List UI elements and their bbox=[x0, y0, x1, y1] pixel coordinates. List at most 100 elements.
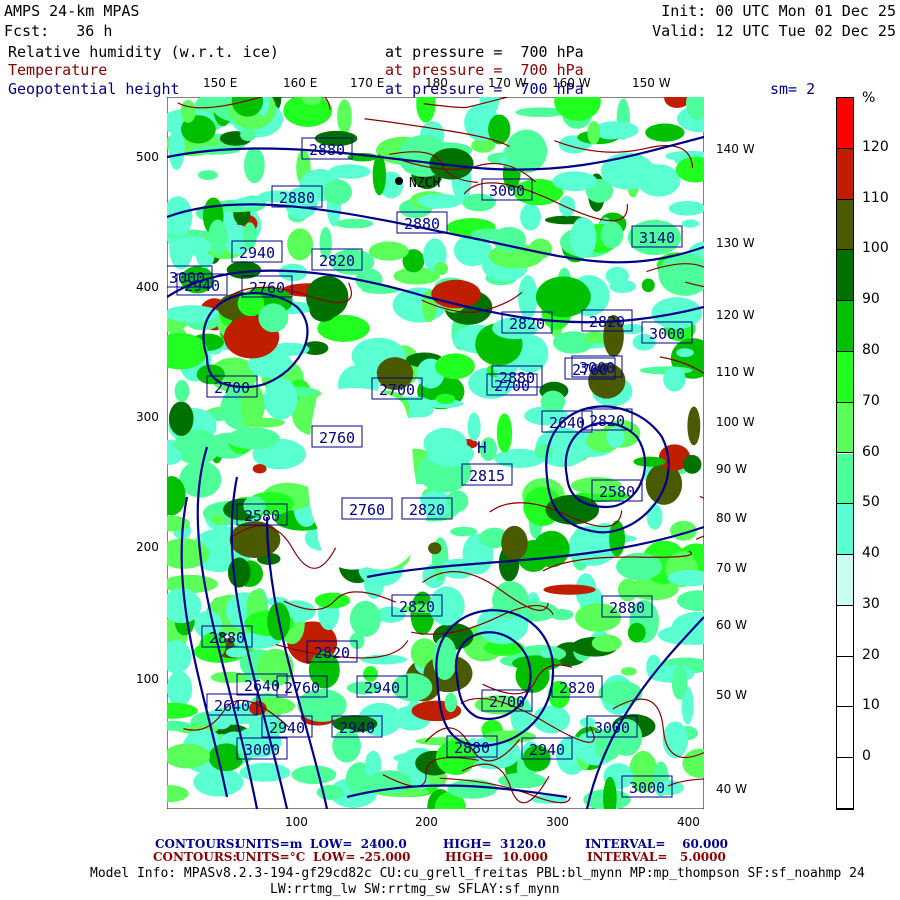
rh-patch bbox=[501, 525, 528, 561]
rh-patch bbox=[591, 634, 622, 652]
rh-patch bbox=[668, 201, 704, 216]
rh-patch bbox=[440, 558, 476, 579]
height-label-box: 3000 bbox=[586, 715, 638, 738]
rh-patch bbox=[671, 666, 688, 700]
top-lon-label: 170 E bbox=[350, 76, 385, 90]
rh-patch bbox=[600, 152, 655, 190]
right-lon-label: 50 W bbox=[716, 688, 747, 702]
colorbar-tick-label: 90 bbox=[862, 291, 880, 308]
colorbar-band bbox=[837, 250, 853, 302]
rh-patch bbox=[552, 331, 593, 354]
right-lon-label: 40 W bbox=[716, 782, 747, 796]
rh-patch bbox=[444, 692, 457, 713]
rh-patch bbox=[532, 705, 570, 734]
rh-patch bbox=[620, 666, 637, 676]
rh-patch bbox=[540, 390, 566, 413]
rh-patch bbox=[543, 584, 596, 595]
colorbar-band bbox=[837, 148, 853, 200]
rh-patch bbox=[234, 197, 264, 208]
height-label-box: 2820 bbox=[401, 497, 453, 520]
height-label: 2880 bbox=[404, 215, 440, 233]
rh-patch bbox=[681, 219, 700, 228]
height-label-box: 2820 bbox=[581, 408, 633, 431]
top-lon-label: 150 W bbox=[632, 76, 671, 90]
height-label: 2760 bbox=[249, 279, 285, 297]
rh-patch bbox=[197, 170, 218, 180]
rh-patch bbox=[291, 765, 337, 785]
rh-patch bbox=[587, 120, 601, 145]
rh-patch bbox=[433, 262, 449, 276]
station-marker bbox=[395, 177, 403, 185]
height-label: 2820 bbox=[509, 315, 545, 333]
rh-patch bbox=[450, 526, 478, 537]
height-label-box: 2940 bbox=[356, 675, 408, 698]
rh-patch bbox=[447, 779, 498, 799]
height-label-box: 2880 bbox=[201, 625, 253, 648]
right-lon-label: 60 W bbox=[716, 618, 747, 632]
rh-patch bbox=[646, 503, 663, 530]
rh-patch bbox=[244, 147, 265, 184]
rh-patch bbox=[435, 353, 475, 380]
rh-patch bbox=[198, 731, 220, 743]
height-label-box: 2820 bbox=[501, 311, 553, 334]
colorbar-tick-label: 70 bbox=[862, 392, 880, 409]
x-axis-label: 200 bbox=[415, 815, 438, 829]
rh-patch bbox=[627, 622, 646, 643]
height-label-box: 2700 bbox=[486, 373, 538, 396]
height-label: 2760 bbox=[319, 429, 355, 447]
height-label-box: 2640 bbox=[541, 410, 593, 433]
height-label-box: 2760 bbox=[241, 275, 293, 298]
colorbar-tick-label: 120 bbox=[862, 138, 889, 155]
rh-patch bbox=[180, 100, 196, 123]
height-label: 3000 bbox=[649, 325, 685, 343]
height-contour-low: LOW= 2400.0 bbox=[310, 837, 407, 851]
colorbar-band bbox=[837, 402, 853, 454]
height-label-box: 3140 bbox=[631, 225, 683, 248]
colorbar-band bbox=[837, 656, 853, 708]
rh-patch bbox=[258, 303, 289, 333]
height-label: 2700 bbox=[379, 381, 415, 399]
field-temp-name: Temperature bbox=[8, 61, 108, 79]
temp-contour-interval: INTERVAL= 5.0000 bbox=[587, 850, 726, 864]
height-label-box: 2820 bbox=[306, 640, 358, 663]
field-rh-name: Relative humidity (w.r.t. ice) bbox=[8, 43, 279, 61]
x-axis-label: 400 bbox=[677, 815, 700, 829]
x-axis-label: 300 bbox=[546, 815, 569, 829]
height-label-box: 2760 bbox=[341, 497, 393, 520]
colorbar-unit: % bbox=[862, 90, 876, 106]
height-label: 2815 bbox=[469, 467, 505, 485]
colorbar-band bbox=[837, 758, 853, 809]
model-info: Model Info: MPASv8.2.3-194-gf29cd82c CU:… bbox=[90, 866, 865, 881]
rh-patch bbox=[167, 671, 193, 707]
rh-patch bbox=[225, 647, 248, 658]
colorbar-tick-label: 50 bbox=[862, 494, 880, 511]
rh-patch bbox=[210, 671, 248, 683]
smoothing-label: sm= 2 bbox=[770, 80, 816, 98]
colorbar-band bbox=[837, 351, 853, 403]
valid-time: Valid: 12 UTC Tue 02 Dec 25 bbox=[652, 22, 896, 40]
colorbar-tick-label: 80 bbox=[862, 341, 880, 358]
colorbar-tick-label: 0 bbox=[862, 748, 871, 765]
height-label: 2760 bbox=[572, 361, 608, 379]
rh-patch bbox=[597, 127, 623, 140]
height-label: 2880 bbox=[279, 189, 315, 207]
rh-patch bbox=[598, 680, 643, 706]
model-info-physics: LW:rrtmg_lw SW:rrtmg_sw SFLAY:sf_mynn bbox=[270, 882, 560, 897]
temp-contour-units: UNITS=°C bbox=[235, 850, 306, 864]
height-label: 2820 bbox=[399, 598, 435, 616]
colorbar-tick-label: 110 bbox=[862, 189, 889, 206]
colorbar-tick-label: 40 bbox=[862, 545, 880, 562]
rh-patch bbox=[423, 428, 467, 459]
height-label-box: 2700 bbox=[371, 377, 423, 400]
rh-patch bbox=[428, 542, 442, 555]
x-axis-label: 100 bbox=[285, 815, 308, 829]
height-label-box: 2820 bbox=[551, 675, 603, 698]
y-axis-label: 300 bbox=[136, 410, 159, 424]
height-label: 3140 bbox=[639, 229, 675, 247]
top-lon-label: 170 W bbox=[488, 76, 527, 90]
height-label: 2940 bbox=[339, 719, 375, 737]
height-label: 2640 bbox=[549, 414, 585, 432]
y-axis-label: 500 bbox=[136, 150, 159, 164]
height-label-box: 2940 bbox=[521, 737, 573, 760]
rh-patch bbox=[617, 578, 638, 602]
